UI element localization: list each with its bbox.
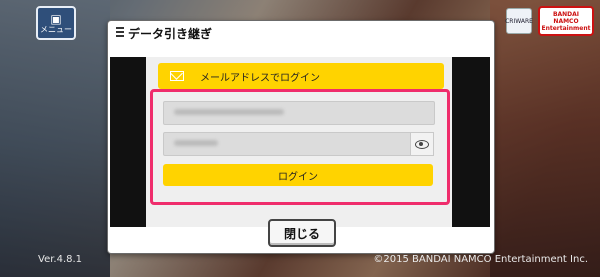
criware-logo: CRIWARE [505, 8, 533, 34]
grip-icon [116, 27, 124, 39]
eye-icon [415, 139, 429, 149]
password-field-blurred-value [174, 140, 218, 146]
close-button[interactable]: 閉じる [268, 219, 336, 247]
menu-button[interactable]: ▣ メニュー [36, 6, 76, 40]
login-form-highlight: ログイン [150, 89, 450, 205]
data-transfer-dialog: データ引き継ぎ メールアドレスでログイン ログイン 閉じる [107, 20, 495, 254]
email-field-blurred-value [174, 109, 284, 115]
login-webview-frame: メールアドレスでログイン ログイン [110, 57, 490, 227]
show-password-button[interactable] [411, 132, 434, 156]
mail-icon [170, 71, 184, 81]
menu-label: メニュー [40, 24, 72, 34]
version-text: Ver.4.8.1 [38, 254, 83, 265]
mail-login-button[interactable]: メールアドレスでログイン [158, 63, 444, 89]
mail-login-label: メールアドレスでログイン [200, 72, 320, 84]
dialog-title: データ引き継ぎ [128, 26, 213, 41]
login-button[interactable]: ログイン [163, 164, 433, 186]
copyright-text: ©2015 BANDAI NAMCO Entertainment Inc. [373, 254, 588, 265]
menu-icon: ▣ [50, 11, 62, 26]
dialog-header: データ引き継ぎ [108, 21, 494, 45]
password-field[interactable] [163, 132, 411, 156]
login-webview-content: メールアドレスでログイン ログイン [146, 57, 452, 227]
email-field[interactable] [163, 101, 435, 125]
bandai-namco-logo: BANDAI NAMCO Entertainment [538, 6, 594, 36]
